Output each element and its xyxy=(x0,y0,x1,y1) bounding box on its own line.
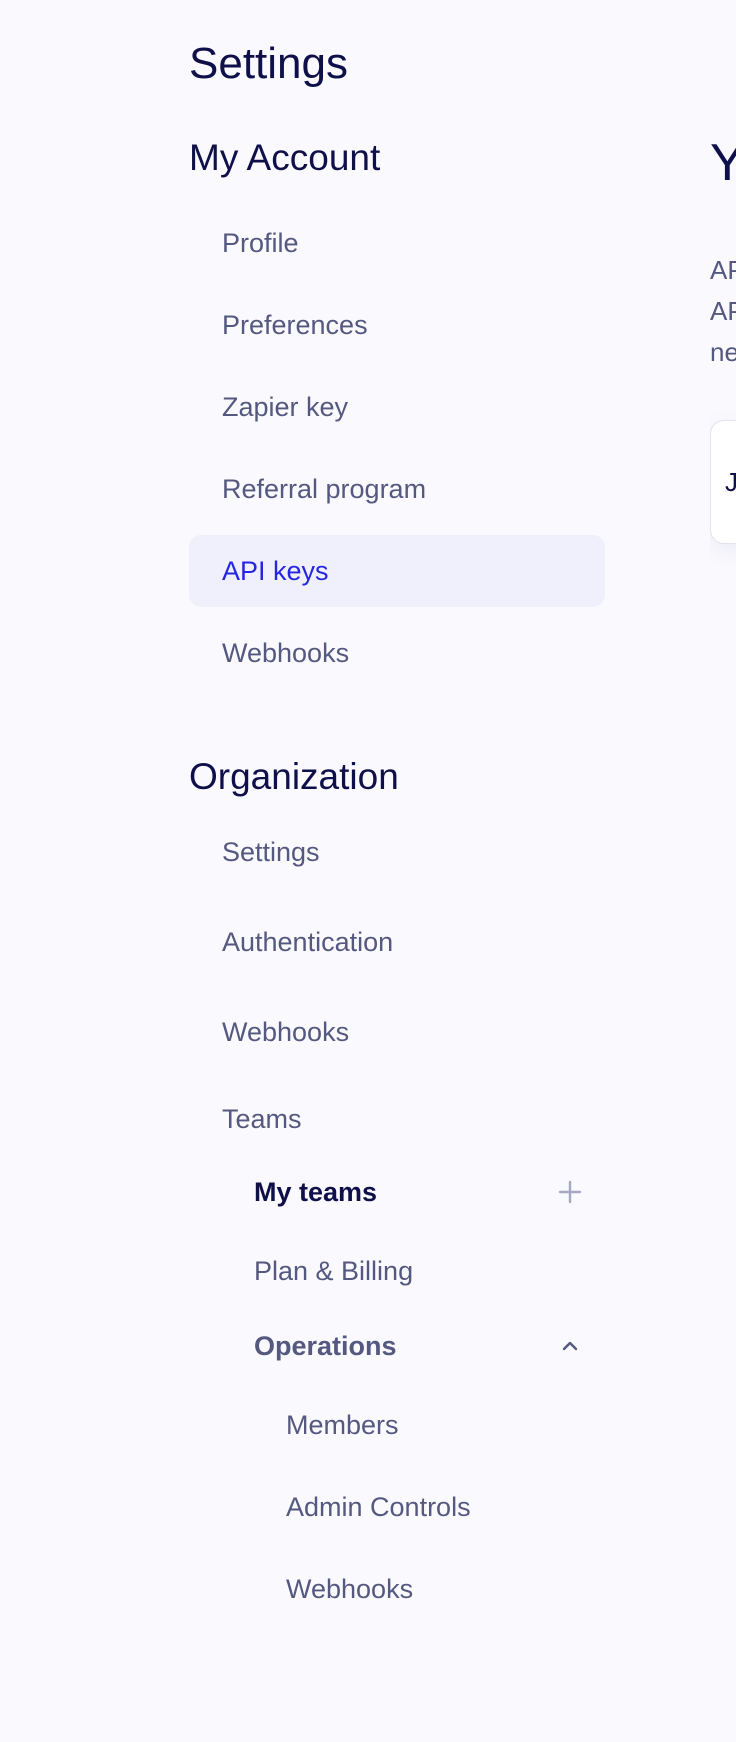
nav-org-settings[interactable]: Settings xyxy=(189,816,605,888)
nav-label: Webhooks xyxy=(222,637,350,668)
nav-operations[interactable]: Operations xyxy=(189,1310,605,1382)
nav-ops-admin-controls[interactable]: Admin Controls xyxy=(189,1471,605,1543)
nav-my-teams[interactable]: My teams xyxy=(189,1156,605,1228)
my-account-heading: My Account xyxy=(189,137,381,178)
nav-label: Teams xyxy=(222,1103,302,1134)
plus-icon[interactable] xyxy=(555,1177,585,1207)
nav-org-teams[interactable]: Teams xyxy=(189,1083,605,1155)
nav-zapier-key[interactable]: Zapier key xyxy=(189,371,605,443)
nav-label: Settings xyxy=(222,836,320,867)
main-heading: Y xyxy=(710,134,736,192)
nav-label: My teams xyxy=(254,1176,378,1207)
organization-heading: Organization xyxy=(189,756,399,797)
nav-label: Admin Controls xyxy=(286,1491,471,1522)
nav-label: Preferences xyxy=(222,309,368,340)
nav-label: Members xyxy=(286,1409,399,1440)
nav-ops-members[interactable]: Members xyxy=(189,1389,605,1461)
nav-webhooks[interactable]: Webhooks xyxy=(189,617,605,689)
nav-label: Plan & Billing xyxy=(254,1255,414,1286)
chevron-up-icon[interactable] xyxy=(555,1331,585,1361)
description-line: AP xyxy=(710,296,736,326)
description-line: ne xyxy=(710,337,736,367)
nav-label: API keys xyxy=(222,555,329,586)
description-line: AP xyxy=(710,255,736,285)
nav-label: Zapier key xyxy=(222,391,349,422)
api-key-card-text: J xyxy=(725,467,736,497)
main-content: Y AP AP ne J xyxy=(710,0,736,1742)
nav-label: Referral program xyxy=(222,473,427,504)
api-key-card[interactable]: J xyxy=(710,420,736,544)
nav-org-webhooks[interactable]: Webhooks xyxy=(189,996,605,1068)
nav-api-keys[interactable]: API keys xyxy=(189,535,605,607)
page-title: Settings xyxy=(189,39,348,88)
nav-label: Operations xyxy=(254,1330,397,1361)
nav-label: Authentication xyxy=(222,926,394,957)
nav-preferences[interactable]: Preferences xyxy=(189,289,605,361)
nav-label: Webhooks xyxy=(222,1016,350,1047)
main-description: AP AP ne xyxy=(710,250,736,373)
nav-label: Profile xyxy=(222,227,299,258)
nav-profile[interactable]: Profile xyxy=(189,207,605,279)
nav-plan-billing[interactable]: Plan & Billing xyxy=(189,1235,605,1307)
nav-ops-webhooks[interactable]: Webhooks xyxy=(189,1553,605,1625)
nav-referral-program[interactable]: Referral program xyxy=(189,453,605,525)
nav-label: Webhooks xyxy=(286,1573,414,1604)
nav-org-authentication[interactable]: Authentication xyxy=(189,906,605,978)
